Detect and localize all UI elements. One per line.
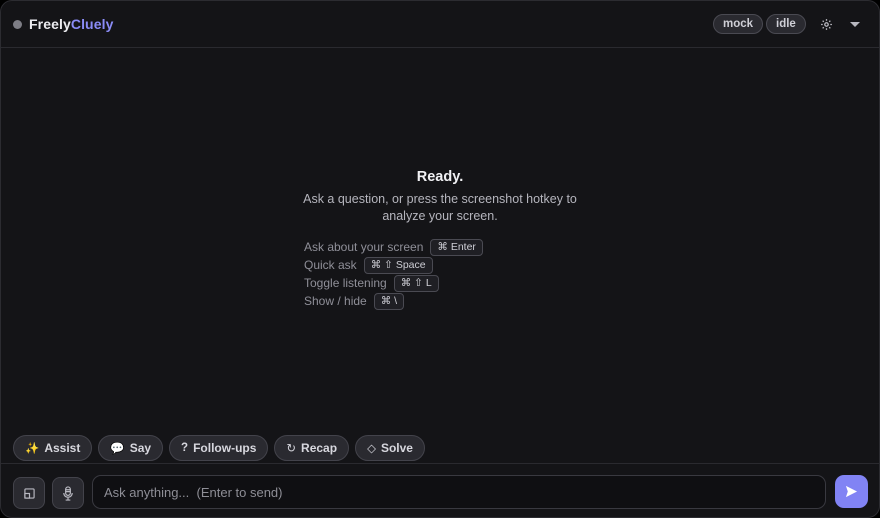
- shortcut-row: Show / hide ⌘ \: [304, 292, 483, 310]
- solve-button[interactable]: ◇ Solve: [355, 435, 425, 461]
- solve-label: Solve: [380, 441, 413, 455]
- ask-input[interactable]: [92, 475, 826, 509]
- shortcut-row: Ask about your screen ⌘ Enter: [304, 238, 483, 256]
- say-button[interactable]: 💬 Say: [98, 435, 164, 461]
- shortcut-keys: ⌘ ⇧ L: [393, 274, 439, 292]
- shortcut-row: Toggle listening ⌘ ⇧ L: [304, 274, 483, 292]
- microphone-button[interactable]: [52, 477, 84, 509]
- shortcut-keys: ⌘ \: [373, 292, 405, 310]
- question-icon: ?: [181, 442, 189, 454]
- send-icon: [845, 485, 858, 498]
- say-label: Say: [129, 441, 152, 455]
- state-badge: idle: [766, 14, 806, 34]
- recap-button[interactable]: ↻ Recap: [274, 435, 350, 461]
- empty-state: Ready. Ask a question, or press the scre…: [1, 169, 879, 225]
- app-title-part2: Cluely: [70, 16, 114, 32]
- recap-label: Recap: [301, 441, 338, 455]
- app-title: FreelyCluely: [29, 16, 113, 32]
- status-dot: [13, 20, 22, 29]
- shortcut-label: Ask about your screen: [304, 240, 424, 254]
- shortcut-label: Toggle listening: [304, 276, 387, 290]
- shortcut-row: Quick ask ⌘ ⇧ Space: [304, 256, 483, 274]
- follow-ups-label: Follow-ups: [193, 441, 257, 455]
- send-button[interactable]: [835, 475, 868, 508]
- shortcut-keys: ⌘ Enter: [430, 238, 483, 256]
- assist-label: Assist: [44, 441, 81, 455]
- assist-button[interactable]: ✨ Assist: [13, 435, 93, 461]
- screenshot-button[interactable]: [13, 477, 45, 509]
- header-bar: FreelyCluely mock idle: [1, 1, 879, 48]
- mode-badge: mock: [713, 14, 764, 34]
- shortcut-keys: ⌘ ⇧ Space: [363, 256, 433, 274]
- shortcut-list: Ask about your screen ⌘ Enter Quick ask …: [304, 238, 483, 310]
- screenshot-icon: [23, 487, 35, 499]
- sparkles-icon: ✨: [25, 443, 40, 455]
- speech-bubble-icon: 💬: [110, 443, 125, 455]
- microphone-icon: [63, 485, 73, 501]
- app-window: FreelyCluely mock idle Ready. Ask a ques…: [0, 0, 880, 518]
- app-title-part1: Freely: [29, 16, 71, 32]
- diamond-icon: ◇: [367, 443, 376, 455]
- shortcut-label: Quick ask: [304, 258, 357, 272]
- composer: [1, 463, 879, 517]
- refresh-icon: ↻: [286, 443, 297, 455]
- empty-state-description: Ask a question, or press the screenshot …: [303, 192, 577, 223]
- chevron-down-icon[interactable]: [845, 14, 865, 34]
- follow-ups-button[interactable]: ? Follow-ups: [169, 435, 269, 461]
- empty-state-title: Ready.: [416, 169, 464, 185]
- gear-icon[interactable]: [816, 14, 836, 34]
- quick-actions: ✨ Assist 💬 Say ? Follow-ups ↻ Recap ◇ So…: [13, 435, 425, 461]
- shortcut-label: Show / hide: [304, 294, 367, 308]
